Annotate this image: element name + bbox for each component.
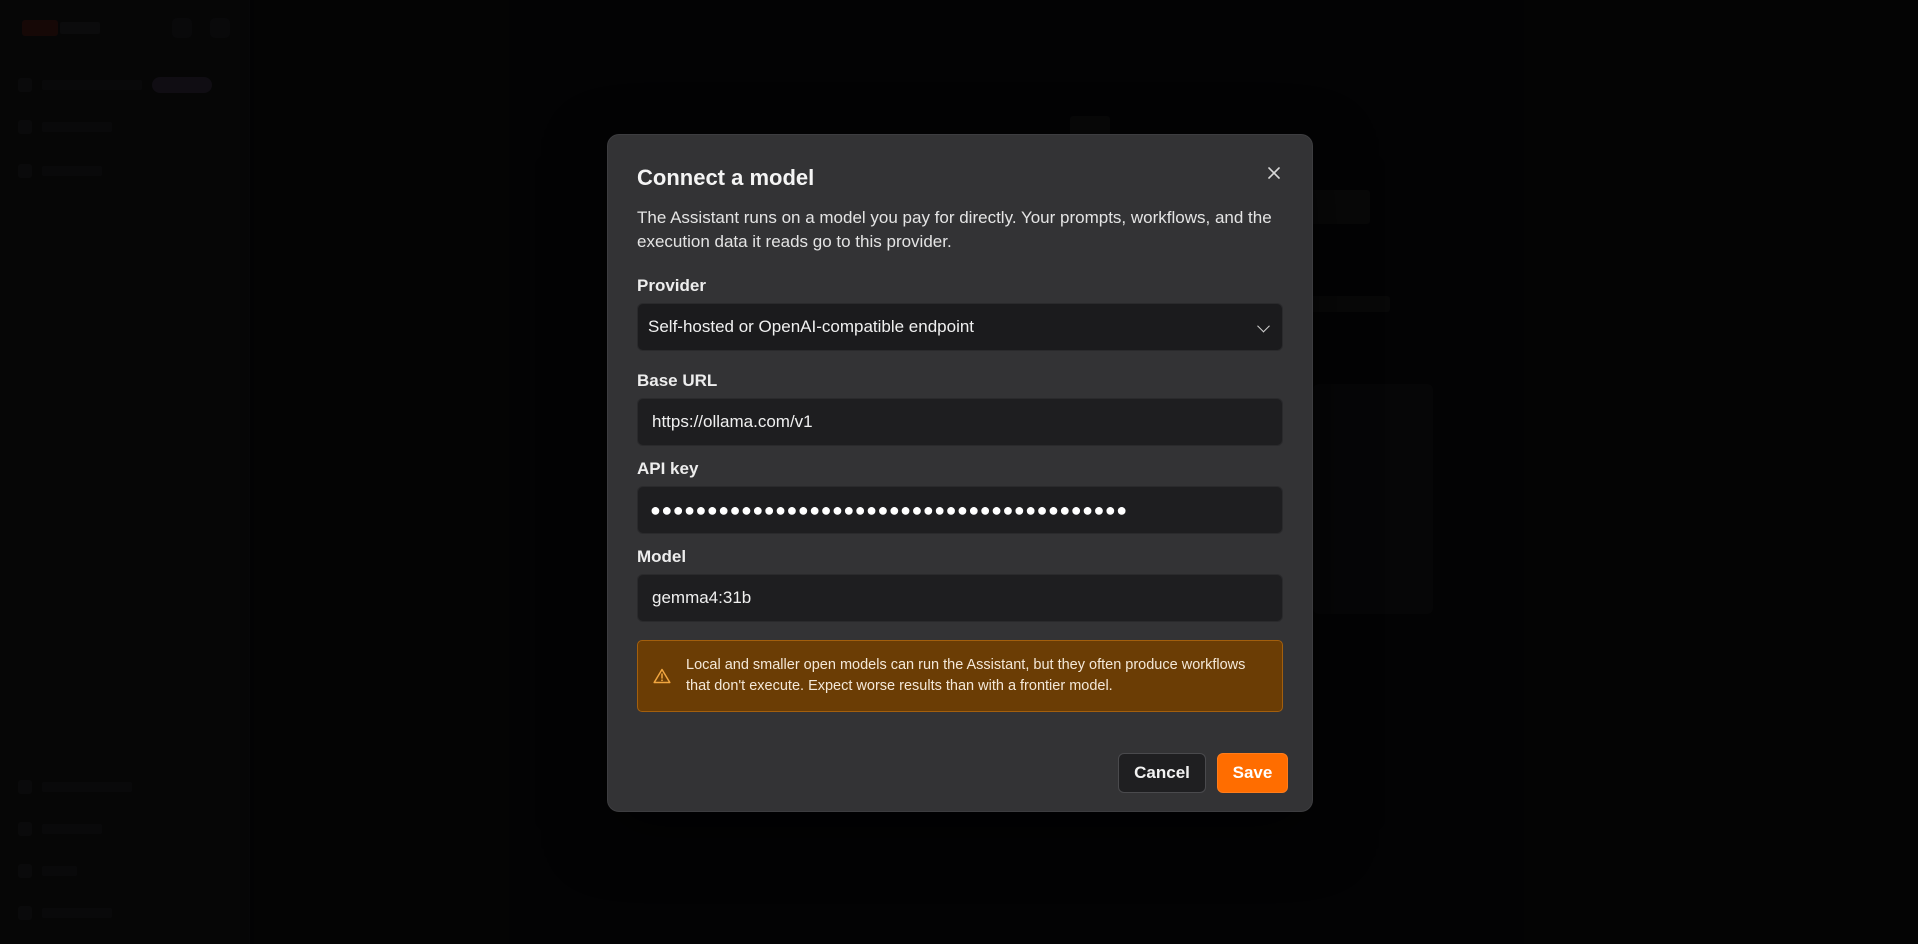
base-url-input[interactable]: https://ollama.com/v1 — [637, 398, 1283, 446]
chevron-down-icon — [1257, 319, 1270, 333]
warning-text: Local and smaller open models can run th… — [686, 657, 1246, 694]
model-label: Model — [637, 547, 687, 566]
provider-label: Provider — [637, 276, 706, 295]
api-key-masked-value: ●●●●●●●●●●●●●●●●●●●●●●●●●●●●●●●●●●●●●●●●… — [650, 499, 1128, 520]
save-button[interactable]: Save — [1217, 753, 1288, 793]
cancel-button[interactable]: Cancel — [1118, 753, 1206, 793]
close-icon[interactable] — [1262, 161, 1286, 185]
provider-selected-value: Self-hosted or OpenAI-compatible endpoin… — [648, 317, 975, 336]
provider-select[interactable]: Self-hosted or OpenAI-compatible endpoin… — [637, 303, 1283, 351]
model-input[interactable]: gemma4:31b — [637, 574, 1283, 622]
dialog-title: Connect a model — [637, 165, 815, 190]
base-url-value: https://ollama.com/v1 — [652, 412, 813, 431]
api-key-input[interactable]: ●●●●●●●●●●●●●●●●●●●●●●●●●●●●●●●●●●●●●●●●… — [637, 486, 1283, 534]
warning-callout: Local and smaller open models can run th… — [637, 640, 1283, 712]
model-value: gemma4:31b — [652, 588, 752, 607]
connect-model-dialog: Connect a model The Assistant runs on a … — [607, 134, 1313, 812]
api-key-label: API key — [637, 459, 699, 478]
base-url-label: Base URL — [637, 371, 718, 390]
warning-triangle-icon — [652, 668, 672, 684]
dialog-description: The Assistant runs on a model you pay fo… — [637, 208, 1272, 251]
